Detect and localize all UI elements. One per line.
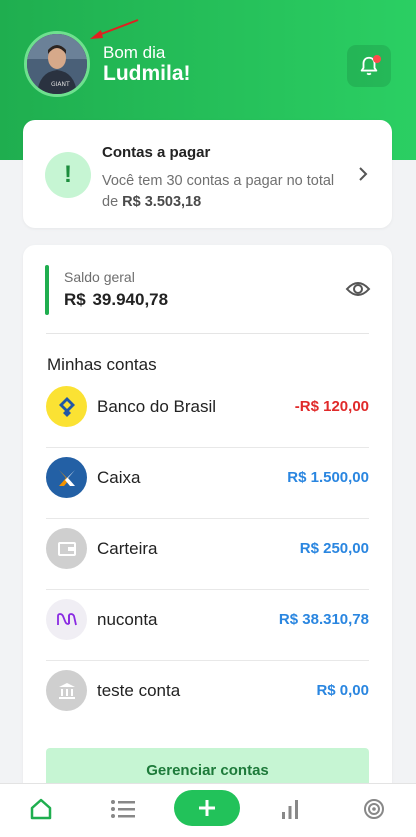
avatar[interactable]: GIANT xyxy=(24,31,90,97)
greeting-text: Bom dia xyxy=(103,43,166,62)
target-icon xyxy=(364,799,384,819)
account-name: Carteira xyxy=(97,539,158,558)
divider xyxy=(46,333,369,334)
notification-badge xyxy=(373,55,381,63)
account-name: teste conta xyxy=(97,681,181,700)
bills-title: Contas a pagar xyxy=(102,144,211,161)
account-row-carteira[interactable]: Carteira R$ 250,00 xyxy=(46,519,369,590)
bottom-tab-bar xyxy=(0,783,416,837)
profile-photo: GIANT xyxy=(27,34,87,94)
balance-accent-bar xyxy=(45,265,49,315)
caixa-logo xyxy=(46,457,87,498)
account-amount: R$ 1.500,00 xyxy=(287,469,369,486)
notifications-button[interactable] xyxy=(347,45,391,87)
account-name: nuconta xyxy=(97,610,158,629)
username: Ludmila! xyxy=(103,62,191,85)
accounts-card: Saldo geral R$ 39.940,78 Minhas contas B… xyxy=(23,245,392,805)
add-icon xyxy=(199,800,215,816)
account-row-teste-conta[interactable]: teste conta R$ 0,00 xyxy=(46,661,369,732)
tab-home[interactable] xyxy=(23,794,59,824)
balance-label: Saldo geral xyxy=(64,269,135,285)
account-name: Banco do Brasil xyxy=(97,397,217,416)
exclamation-icon: ! xyxy=(45,152,91,198)
bank-icon xyxy=(46,670,87,711)
chart-icon xyxy=(282,800,298,819)
list-icon xyxy=(111,800,135,818)
account-amount: R$ 250,00 xyxy=(299,540,369,557)
bills-to-pay-card[interactable]: ! Contas a pagar Você tem 30 contas a pa… xyxy=(23,120,392,228)
bills-description: Você tem 30 contas a pagar no total de R… xyxy=(102,171,342,213)
chevron-right-icon xyxy=(359,167,368,181)
account-amount: R$ 0,00 xyxy=(316,682,369,699)
home-icon xyxy=(30,798,52,820)
nubank-logo xyxy=(46,599,87,640)
wallet-icon xyxy=(46,528,87,569)
add-transaction-button[interactable] xyxy=(174,790,240,826)
account-row-banco-do-brasil[interactable]: Banco do Brasil -R$ 120,00 xyxy=(46,377,369,448)
account-row-nuconta[interactable]: nuconta R$ 38.310,78 xyxy=(46,590,369,661)
red-arrow-annotation xyxy=(90,19,139,39)
my-accounts-title: Minhas contas xyxy=(47,355,157,374)
balance-value: R$ 39.940,78 xyxy=(64,290,169,309)
account-amount: -R$ 120,00 xyxy=(294,398,369,415)
tab-goals[interactable] xyxy=(356,794,392,824)
tab-reports[interactable] xyxy=(272,794,308,824)
tab-transactions[interactable] xyxy=(105,794,141,824)
account-amount: R$ 38.310,78 xyxy=(278,611,369,628)
bills-total: R$ 3.503,18 xyxy=(122,194,202,210)
account-name: Caixa xyxy=(97,468,141,487)
svg-text:GIANT: GIANT xyxy=(51,81,70,88)
banco-do-brasil-logo xyxy=(46,386,87,427)
eye-icon[interactable] xyxy=(345,278,371,300)
account-row-caixa[interactable]: Caixa R$ 1.500,00 xyxy=(46,448,369,519)
